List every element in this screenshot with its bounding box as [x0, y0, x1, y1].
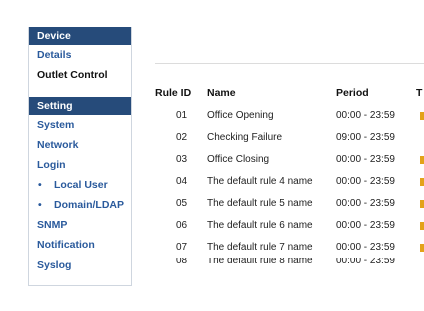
rule-name: Office Closing	[207, 153, 270, 165]
device-section-header: Device	[29, 27, 131, 45]
rules-table: Rule ID Name Period T 01 Office Opening …	[155, 82, 422, 280]
rule-period: 00:00 - 23:59	[336, 175, 395, 187]
rule-id-link[interactable]: 03	[155, 148, 207, 170]
status-marker	[420, 244, 424, 252]
rule-period: 00:00 - 23:59	[336, 153, 395, 165]
table-row[interactable]: 08 The default rule 8 name 00:00 - 23:59	[155, 258, 422, 280]
rule-id-link[interactable]: 02	[155, 126, 207, 148]
sidebar-item-snmp[interactable]: SNMP	[29, 215, 131, 235]
setting-section-header: Setting	[29, 97, 131, 115]
sidebar-item-notification[interactable]: Notification	[29, 235, 131, 255]
sidebar-item-label: Domain/LDAP	[54, 199, 125, 211]
rule-period: 00:00 - 23:59	[336, 258, 395, 266]
sidebar-item-network[interactable]: Network	[29, 135, 131, 155]
status-marker	[420, 200, 424, 208]
column-header-name[interactable]: Name	[207, 82, 336, 104]
table-header-row: Rule ID Name Period T	[155, 82, 422, 104]
status-marker	[420, 112, 424, 120]
status-marker	[420, 178, 424, 186]
table-row[interactable]: 02 Checking Failure 09:00 - 23:59	[155, 126, 422, 148]
table-row[interactable]: 05 The default rule 5 name 00:00 - 23:59	[155, 192, 422, 214]
bullet-icon: •	[38, 179, 42, 191]
rule-id-link[interactable]: 01	[155, 104, 207, 126]
table-row[interactable]: 03 Office Closing 00:00 - 23:59	[155, 148, 422, 170]
table-row[interactable]: 01 Office Opening 00:00 - 23:59	[155, 104, 422, 126]
rule-id-link[interactable]: 07	[155, 236, 207, 258]
table-row[interactable]: 07 The default rule 7 name 00:00 - 23:59	[155, 236, 422, 258]
rule-name: The default rule 5 name	[207, 197, 313, 209]
column-header-period[interactable]: Period	[336, 82, 416, 104]
rule-name: The default rule 4 name	[207, 175, 313, 187]
sidebar-nav: Device Details Outlet Control Setting Sy…	[28, 27, 132, 286]
sidebar-item-details[interactable]: Details	[29, 45, 131, 65]
divider	[155, 63, 424, 64]
status-marker	[420, 156, 424, 164]
sidebar-item-domain-ldap[interactable]: • Domain/LDAP	[29, 195, 131, 215]
table-row[interactable]: 06 The default rule 6 name 00:00 - 23:59	[155, 214, 422, 236]
rule-period: 00:00 - 23:59	[336, 241, 395, 253]
rule-id-link[interactable]: 04	[155, 170, 207, 192]
rule-period: 00:00 - 23:59	[336, 197, 395, 209]
table-row[interactable]: 04 The default rule 4 name 00:00 - 23:59	[155, 170, 422, 192]
status-marker	[420, 222, 424, 230]
bullet-icon: •	[38, 199, 42, 211]
rule-name: The default rule 6 name	[207, 219, 313, 231]
rule-name: Office Opening	[207, 109, 274, 121]
rule-period: 00:00 - 23:59	[336, 109, 395, 121]
rule-id-link[interactable]: 06	[155, 214, 207, 236]
rule-period: 09:00 - 23:59	[336, 131, 395, 143]
rule-name: The default rule 7 name	[207, 241, 313, 253]
rule-period: 00:00 - 23:59	[336, 219, 395, 231]
sidebar-item-outlet-control[interactable]: Outlet Control	[29, 65, 131, 85]
rule-name: The default rule 8 name	[207, 258, 313, 266]
sidebar-item-login[interactable]: Login	[29, 155, 131, 175]
sidebar-item-local-user[interactable]: • Local User	[29, 175, 131, 195]
sidebar-item-syslog[interactable]: Syslog	[29, 255, 131, 275]
column-header-rule-id[interactable]: Rule ID	[155, 82, 207, 104]
rule-id-link[interactable]: 08	[155, 258, 207, 280]
rule-name: Checking Failure	[207, 131, 283, 143]
sidebar-item-system[interactable]: System	[29, 115, 131, 135]
sidebar-item-label: Local User	[54, 179, 108, 191]
rule-id-link[interactable]: 05	[155, 192, 207, 214]
column-header-next[interactable]: T	[416, 82, 422, 104]
